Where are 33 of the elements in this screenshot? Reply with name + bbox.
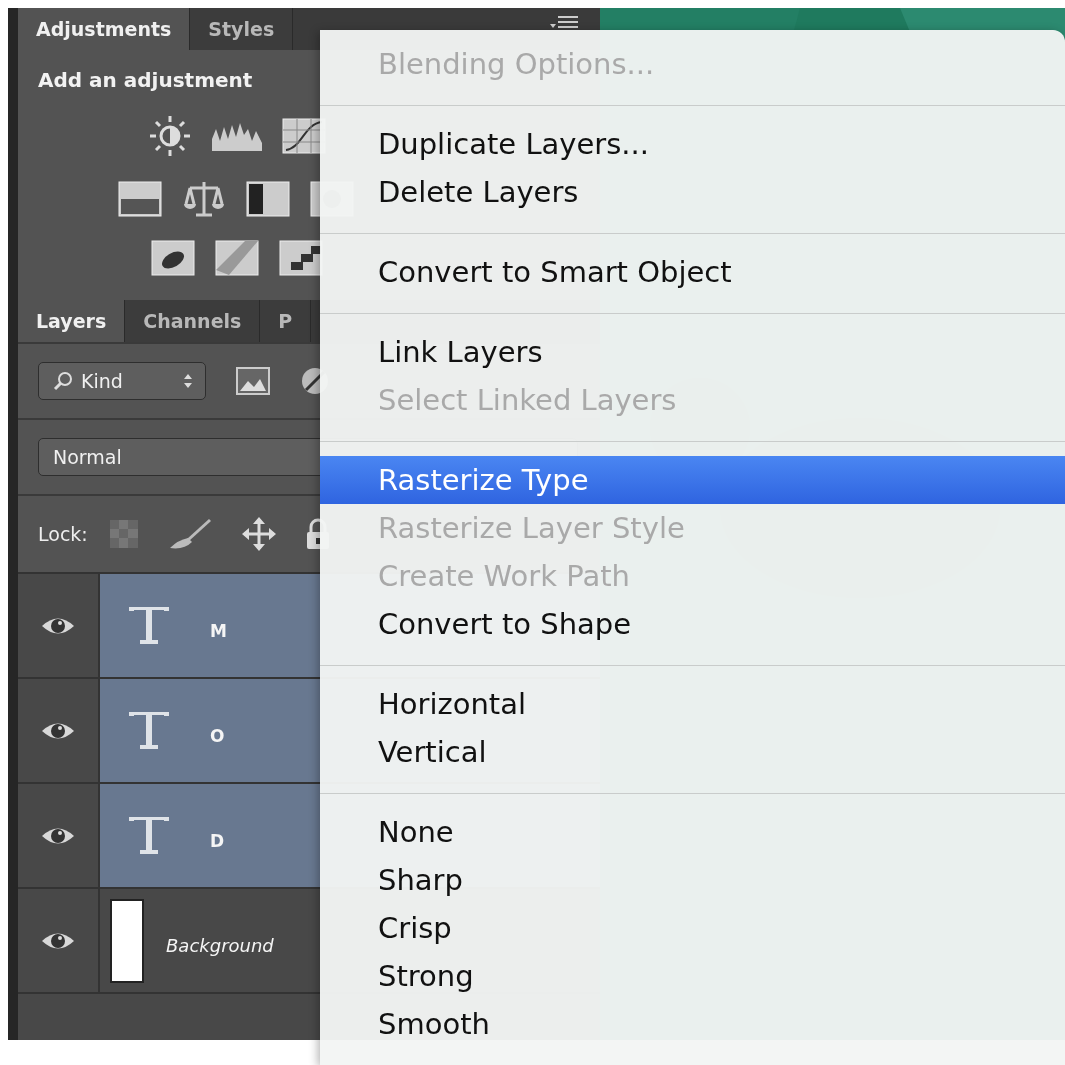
menu-item[interactable]: Convert to Shape	[320, 600, 1065, 648]
scales-icon[interactable]	[182, 180, 226, 218]
menu-item[interactable]: Rasterize Type	[320, 456, 1065, 504]
lock-label: Lock:	[38, 523, 88, 545]
menu-item[interactable]: Vertical	[320, 728, 1065, 776]
image-filter-icon[interactable]	[236, 367, 270, 395]
stepper-icon	[183, 372, 193, 390]
menu-item[interactable]: Convert to Smart Object	[320, 248, 1065, 296]
menu-item[interactable]: Link Layers	[320, 328, 1065, 376]
layer-name: O	[210, 725, 225, 746]
menu-item[interactable]: Duplicate Layers...	[320, 120, 1065, 168]
panel-tab[interactable]: Adjustments	[18, 8, 191, 50]
move-icon[interactable]	[241, 517, 276, 551]
checker-icon[interactable]	[109, 520, 138, 548]
search-icon	[53, 371, 73, 391]
layer-name: D	[210, 830, 225, 851]
type-icon	[128, 605, 170, 646]
panel-tab[interactable]: Layers	[18, 300, 126, 342]
sun-icon[interactable]	[148, 114, 192, 158]
kind-filter-dropdown[interactable]: Kind	[38, 362, 206, 400]
menu-item[interactable]: Crisp	[320, 904, 1065, 952]
menu-item[interactable]: Horizontal	[320, 680, 1065, 728]
half-square-icon[interactable]	[246, 181, 290, 217]
menu-item[interactable]: Strong	[320, 952, 1065, 1000]
menu-item[interactable]: Delete Layers	[320, 168, 1065, 216]
type-icon	[128, 710, 170, 751]
layer-name: Background	[166, 935, 274, 956]
panel-heading: Add an adjustment	[37, 67, 253, 92]
menu-item[interactable]: Sharp	[320, 856, 1065, 904]
layer-name: M	[210, 620, 227, 641]
menu-item[interactable]: None	[320, 808, 1065, 856]
menu-item[interactable]: Smooth	[320, 1000, 1065, 1048]
type-icon	[128, 815, 170, 856]
